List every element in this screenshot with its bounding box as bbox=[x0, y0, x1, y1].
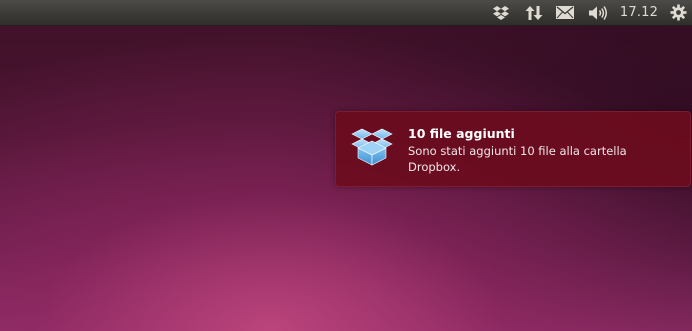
network-indicator[interactable] bbox=[522, 0, 546, 25]
notification-bubble: 10 file aggiunti Sono stati aggiunti 10 … bbox=[335, 111, 691, 187]
clock-time: 17.12 bbox=[619, 5, 659, 20]
speaker-icon bbox=[589, 5, 607, 20]
session-indicator[interactable] bbox=[666, 0, 690, 25]
dropbox-icon bbox=[493, 5, 509, 20]
envelope-icon bbox=[556, 6, 574, 19]
clock-indicator[interactable]: 17.12 bbox=[617, 0, 661, 25]
network-updown-icon bbox=[525, 5, 543, 20]
messaging-indicator[interactable] bbox=[553, 0, 577, 25]
dropbox-indicator[interactable] bbox=[489, 0, 513, 25]
top-panel: 17.12 bbox=[0, 0, 692, 26]
gear-icon bbox=[670, 4, 686, 21]
notification-title: 10 file aggiunti bbox=[408, 126, 515, 141]
dropbox-icon bbox=[351, 128, 393, 166]
notification-body: Sono stati aggiunti 10 file alla cartell… bbox=[408, 144, 627, 174]
sound-indicator[interactable] bbox=[586, 0, 610, 25]
